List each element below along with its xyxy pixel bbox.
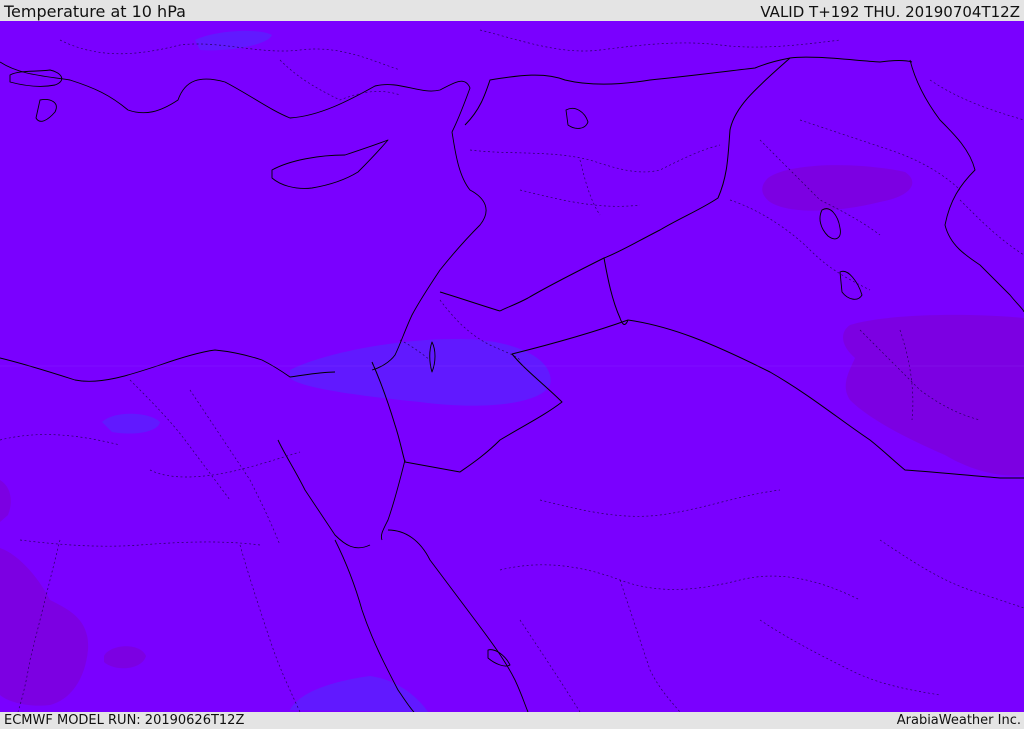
map-viewer: Temperature at 10 hPa VALID T+192 THU. 2… bbox=[0, 0, 1024, 729]
header-bar: Temperature at 10 hPa VALID T+192 THU. 2… bbox=[0, 0, 1024, 21]
map-title: Temperature at 10 hPa bbox=[4, 2, 186, 21]
footer-bar: ECMWF MODEL RUN: 20190626T12Z ArabiaWeat… bbox=[0, 712, 1024, 729]
map-canvas bbox=[0, 21, 1024, 712]
model-run-label: ECMWF MODEL RUN: 20190626T12Z bbox=[4, 713, 245, 728]
valid-time-label: VALID T+192 THU. 20190704T12Z bbox=[760, 3, 1020, 21]
credit-label: ArabiaWeather Inc. bbox=[896, 713, 1021, 728]
temperature-map[interactable] bbox=[0, 21, 1024, 712]
